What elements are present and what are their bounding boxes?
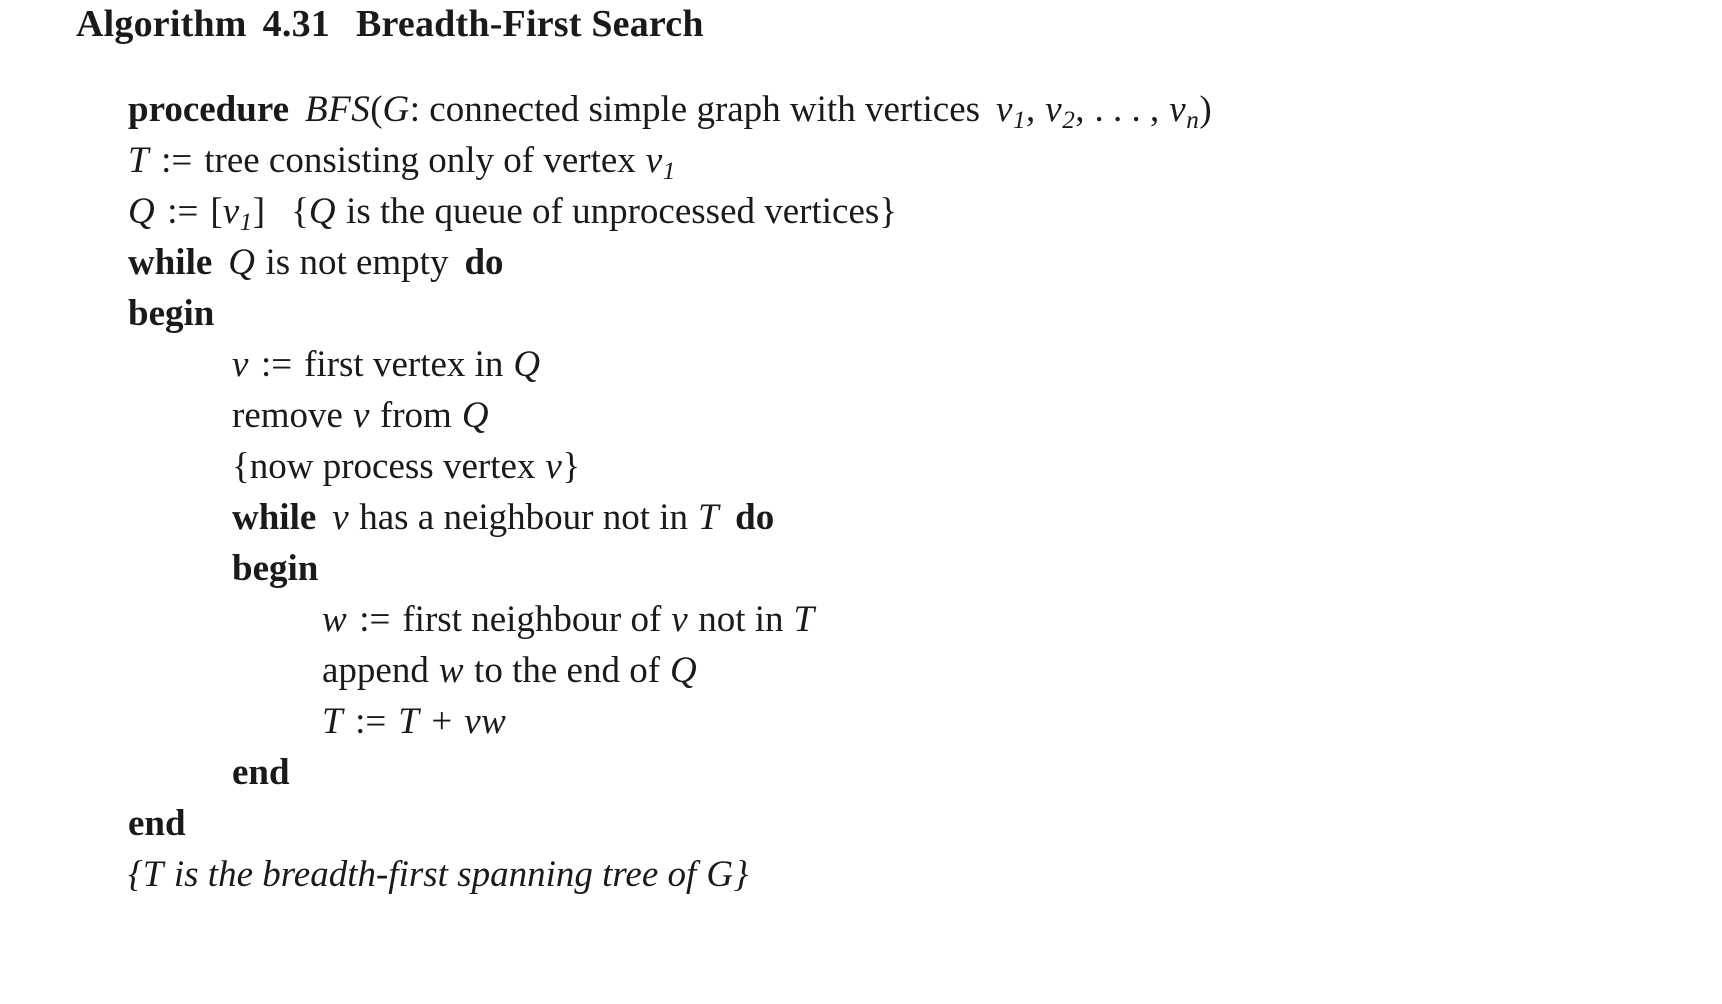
var-q: Q (228, 242, 256, 283)
text-connected-simple-graph: : connected simple graph with vertices (409, 89, 981, 130)
var-q: Q (128, 191, 156, 232)
keyword-while: while (232, 497, 317, 538)
code-line-init-queue: Q:= [v1] {Q is the queue of unprocessed ver… (128, 186, 1688, 237)
var-w: w (322, 599, 348, 640)
brace-close: } (562, 446, 581, 487)
var-t: T (698, 497, 720, 538)
text-remove: remove (232, 395, 343, 436)
keyword-begin: begin (232, 548, 319, 589)
text-has-neighbour-not-in: has a neighbour not in (359, 497, 689, 538)
var-t: T (142, 854, 164, 895)
page-title: Algorithm 4.31 Breadth-First Search (76, 2, 704, 46)
text-append: append (322, 650, 429, 691)
algorithm-page: Algorithm 4.31 Breadth-First Search proced… (0, 0, 1722, 1004)
keyword-do: do (735, 497, 775, 538)
var-t: T (128, 140, 150, 181)
code-line-assign-v: v := first vertex in Q (128, 339, 1688, 390)
code-line-procedure: procedure BFS(G: connected simple graph w… (128, 84, 1688, 135)
keyword-end: end (232, 752, 290, 793)
title-number: 4.31 (262, 3, 330, 45)
ellipsis: . . . , (1094, 89, 1160, 130)
code-line-end-outer: end (128, 798, 1688, 849)
code-line-begin-outer: begin (128, 288, 1688, 339)
var-v-sub1: v1 (222, 191, 253, 237)
text-queue-comment: is the queue of unprocessed vertices (346, 191, 880, 232)
text-to-end-of: to the end of (474, 650, 661, 691)
paren-close: ) (1199, 89, 1212, 130)
text-result-comment: is the breadth-first spanning tree of (173, 854, 697, 895)
var-v-sub2: v2 (1045, 89, 1076, 135)
code-line-remove-v: remove v from Q (128, 390, 1688, 441)
var-t: T (322, 701, 344, 742)
var-v: v (332, 497, 350, 538)
text-tree-consisting: tree consisting only of vertex (204, 140, 636, 181)
bracket-close: ] (252, 191, 266, 232)
code-line-while-inner: while v has a neighbour not in Tdo (128, 492, 1688, 543)
title-label: Algorithm (76, 3, 247, 45)
code-line-init-tree: T := tree consisting only of vertex v1 (128, 135, 1688, 186)
keyword-while: while (128, 242, 213, 283)
text-not-in: not in (698, 599, 784, 640)
assign-operator: := (167, 191, 199, 232)
text-first-vertex-in: first vertex in (304, 344, 504, 385)
brace-close: } (879, 191, 898, 232)
var-v-sub1: v1 (996, 89, 1027, 135)
keyword-do: do (464, 242, 504, 283)
var-v-subn: vn (1169, 89, 1200, 135)
var-vw: vw (464, 701, 507, 742)
assign-operator: := (355, 701, 387, 742)
comma-2: , (1075, 89, 1085, 130)
var-w: w (438, 650, 465, 691)
code-line-append-w: append w to the end of Q (128, 645, 1688, 696)
text-is-not-empty: is not empty (265, 242, 449, 283)
var-v: v (232, 344, 249, 385)
var-v: v (671, 599, 689, 640)
var-t: T (398, 701, 420, 742)
assign-operator: := (260, 344, 293, 385)
title-name: Breadth-First Search (355, 3, 704, 45)
var-q: Q (513, 344, 541, 385)
text-from: from (379, 395, 452, 436)
code-line-end-inner: end (128, 747, 1688, 798)
brace-close: } (733, 854, 749, 895)
code-line-while-outer: while Qis not empty do (128, 237, 1688, 288)
var-q: Q (308, 191, 337, 232)
keyword-end: end (128, 803, 186, 844)
brace-open: { (128, 854, 143, 895)
code-line-assign-w: w := first neighbour of v not in T (128, 594, 1688, 645)
keyword-begin: begin (128, 293, 215, 334)
var-v-sub1: v1 (645, 140, 676, 186)
assign-operator: := (359, 599, 391, 640)
var-t: T (793, 599, 815, 640)
pseudocode-block: procedure BFS(G: connected simple graph w… (128, 84, 1688, 900)
var-v: v (352, 395, 370, 436)
var-bfs: BFS (305, 89, 371, 130)
code-line-comment-result: {T is the breadth-first spanning tree of G… (128, 849, 1688, 900)
code-line-begin-inner: begin (128, 543, 1688, 594)
var-q: Q (670, 650, 698, 691)
var-g: G (706, 854, 734, 895)
keyword-procedure: procedure (128, 89, 290, 130)
bracket-open: [ (210, 191, 223, 232)
paren-open: ( (370, 89, 383, 130)
brace-open: { (232, 446, 250, 487)
text-now-process-vertex: now process vertex (249, 446, 536, 487)
var-q: Q (461, 395, 490, 436)
code-line-comment-process: {now process vertex v} (128, 441, 1688, 492)
assign-operator: := (161, 140, 193, 181)
brace-open: { (291, 191, 309, 232)
text-first-neighbour-of: first neighbour of (402, 599, 662, 640)
comma-1: , (1026, 89, 1036, 130)
plus-operator: + (431, 701, 453, 742)
var-g: G (382, 89, 410, 130)
code-line-add-edge: T := T + vw (128, 696, 1688, 747)
var-v: v (545, 446, 563, 487)
